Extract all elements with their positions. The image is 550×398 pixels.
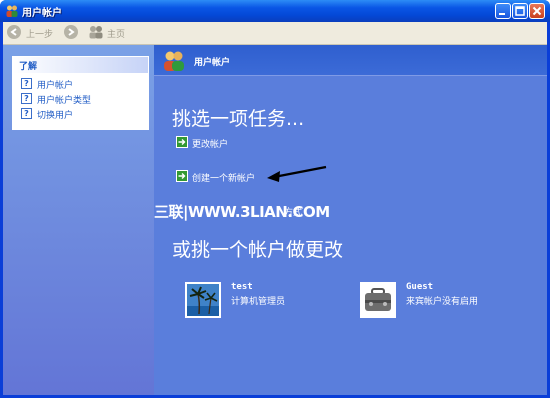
home-users-icon — [89, 26, 103, 39]
sidebar-item-label: 切换用户 — [37, 111, 74, 121]
back-label: 上一步 — [26, 30, 54, 40]
green-arrow-icon — [176, 136, 188, 148]
sidebar-item-label: 用户帐户类型 — [37, 96, 92, 106]
sidebar-item-label: 用户帐户 — [37, 81, 74, 91]
window-title: 用户帐户 — [22, 8, 62, 19]
learn-panel-title: 了解 — [19, 62, 38, 72]
help-icon: ? — [21, 93, 32, 104]
pick-account-heading: 或挑一个帐户做更改 — [172, 239, 344, 261]
account-name: Guest — [406, 282, 434, 292]
maximize-icon — [515, 6, 525, 16]
close-icon — [532, 6, 542, 16]
maximize-button[interactable] — [512, 3, 528, 19]
back-button[interactable]: 上一步 — [7, 25, 57, 41]
sidebar: 了解 ? 用户帐户 ? 用户帐户类型 ? 切换用户 — [3, 45, 154, 395]
forward-button[interactable] — [64, 25, 78, 41]
forward-arrow-icon — [64, 25, 78, 39]
main-content: 用户帐户 挑选一项任务... 更改帐户 创建一个新帐户 方式 三联|WWW.3L… — [154, 45, 547, 395]
learn-panel-header: 了解 — [13, 57, 148, 73]
minimize-icon — [499, 13, 505, 15]
main-header-title: 用户帐户 — [194, 58, 231, 68]
back-arrow-icon — [7, 25, 21, 39]
account-name: test — [231, 282, 253, 292]
briefcase-avatar — [360, 282, 396, 318]
main-header: 用户帐户 — [154, 45, 547, 76]
home-label: 主页 — [107, 30, 126, 40]
pick-task-heading: 挑选一项任务... — [172, 108, 305, 130]
green-arrow-icon — [176, 170, 188, 182]
title-bar[interactable]: 用户帐户 — [0, 0, 550, 22]
create-account-link[interactable]: 创建一个新帐户 — [176, 170, 266, 184]
learn-panel: 了解 ? 用户帐户 ? 用户帐户类型 ? 切换用户 — [12, 56, 149, 130]
palm-tree-icon — [187, 284, 219, 316]
task-label: 更改帐户 — [192, 140, 229, 150]
home-button[interactable]: 主页 — [88, 25, 133, 41]
briefcase-icon — [362, 284, 394, 316]
toolbar: 上一步 主页 — [3, 22, 547, 45]
minimize-button[interactable] — [495, 3, 511, 19]
help-icon: ? — [21, 108, 32, 119]
account-test[interactable]: test 计算机管理员 — [185, 282, 325, 322]
watermark: 三联|WWW.3LIAN.COM — [154, 203, 330, 221]
change-account-link[interactable]: 更改帐户 — [176, 136, 246, 150]
account-role: 来宾帐户没有启用 — [406, 297, 479, 307]
palm-tree-avatar — [185, 282, 221, 318]
user-accounts-window: 用户帐户 上一步 主页 了解 ? 用户帐户 ? 用户帐户类型 ? 切换用户 用户… — [0, 0, 550, 398]
users-icon — [6, 5, 18, 17]
account-guest[interactable]: Guest 来宾帐户没有启用 — [360, 282, 510, 322]
close-button[interactable] — [529, 3, 545, 19]
account-role: 计算机管理员 — [231, 297, 286, 307]
help-icon: ? — [21, 78, 32, 89]
task-label: 创建一个新帐户 — [192, 174, 256, 184]
pointer-arrow-annotation — [267, 165, 327, 182]
users-icon — [164, 51, 184, 71]
